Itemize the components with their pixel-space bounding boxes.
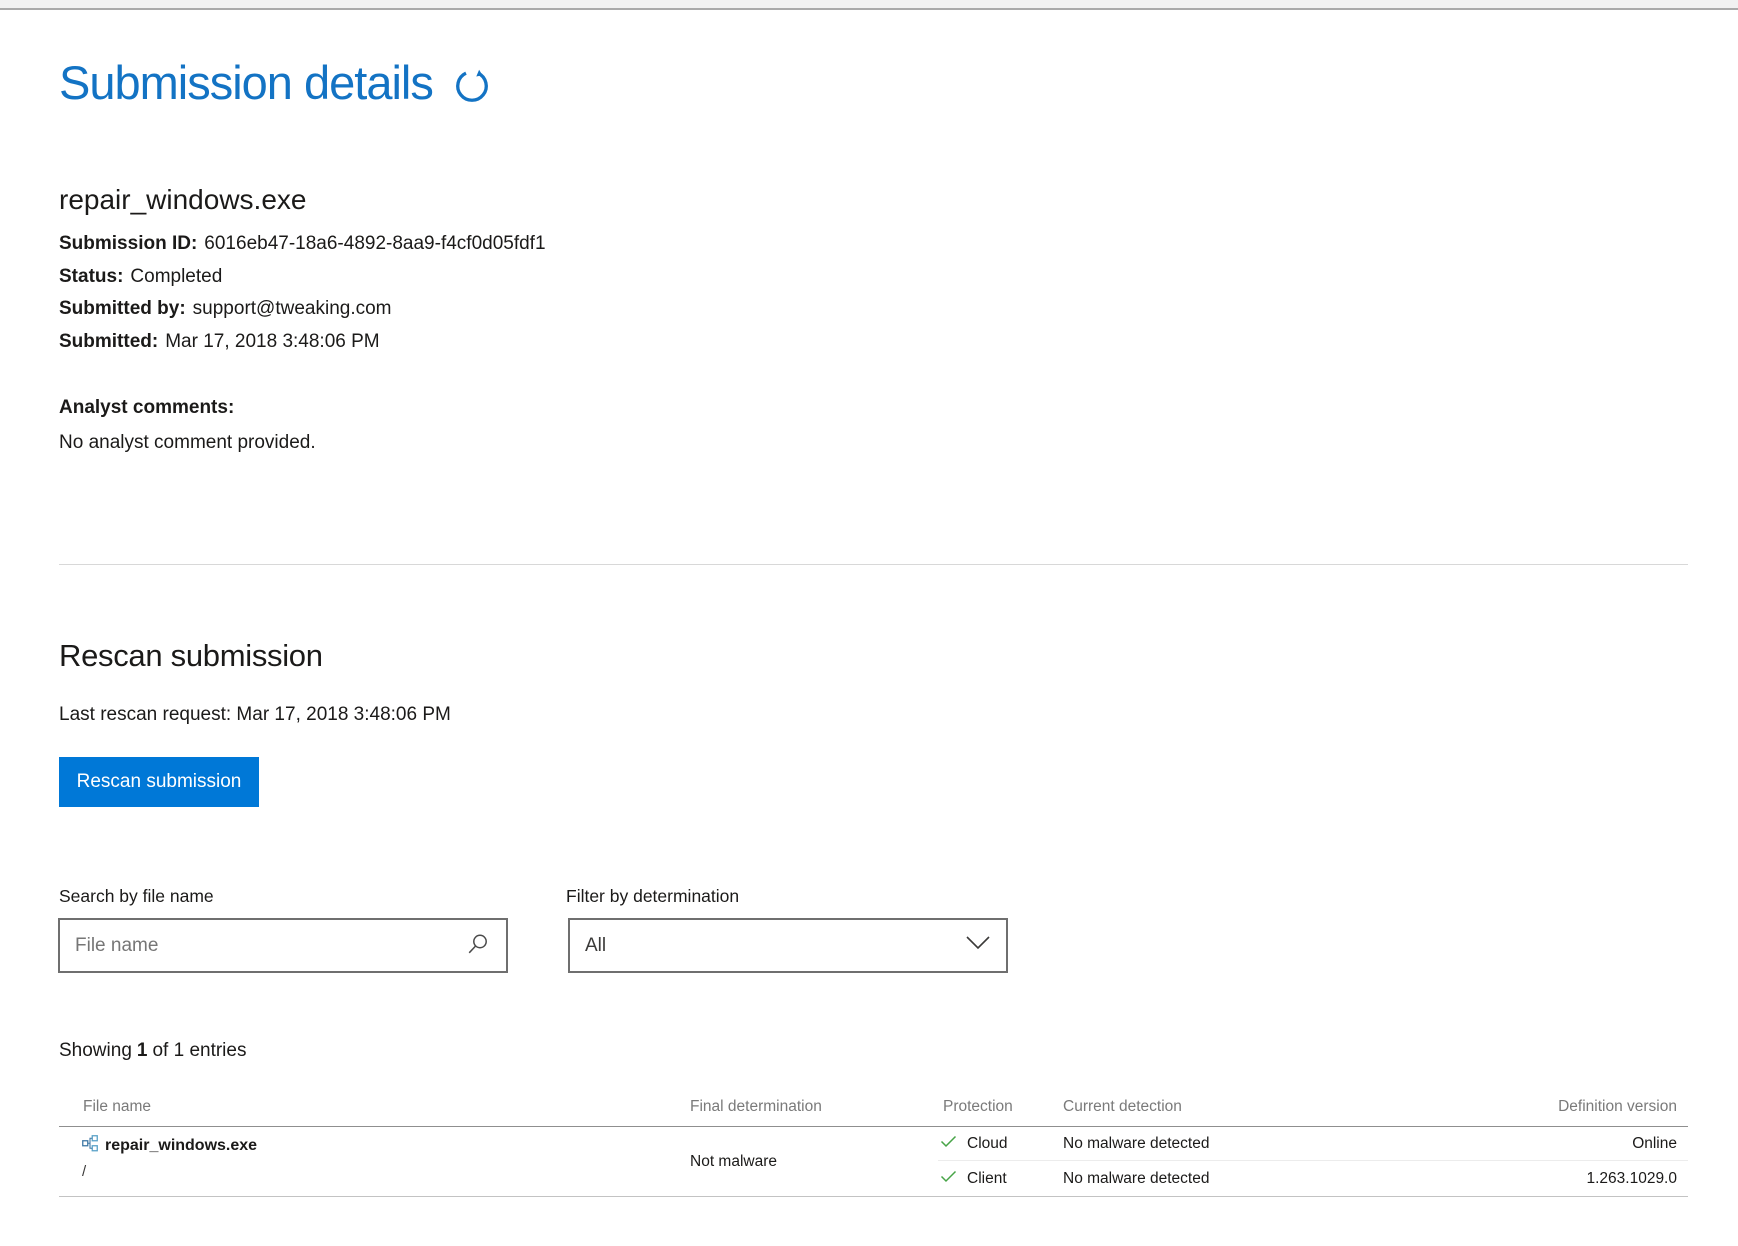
search-label: Search by file name — [59, 886, 214, 907]
meta-value: Mar 17, 2018 3:48:06 PM — [165, 331, 379, 352]
meta-row-submitted: Submitted: Mar 17, 2018 3:48:06 PM — [59, 326, 546, 359]
meta-row-submission-id: Submission ID: 6016eb47-18a6-4892-8aa9-f4… — [59, 228, 546, 261]
submission-meta: Submission ID: 6016eb47-18a6-4892-8aa9-f4… — [59, 228, 546, 358]
results-count-number: 1 — [137, 1040, 148, 1061]
meta-value: 6016eb47-18a6-4892-8aa9-f4cf0d05fdf1 — [204, 233, 545, 254]
table-row: repair_windows.exe / Not malware Cloud N… — [59, 1127, 1688, 1197]
meta-label: Submitted: — [59, 331, 158, 352]
protection-name: Cloud — [967, 1135, 1008, 1153]
section-divider — [59, 564, 1688, 565]
meta-value: support@tweaking.com — [193, 298, 392, 319]
search-icon — [466, 932, 490, 959]
column-header-current-detection: Current detection — [1063, 1098, 1182, 1116]
analyst-comments: Analyst comments: No analyst comment pro… — [59, 397, 316, 454]
column-header-final-determination: Final determination — [690, 1098, 822, 1116]
checkmark-icon — [940, 1135, 957, 1153]
results-count-prefix: Showing — [59, 1040, 132, 1061]
protection-name: Client — [967, 1170, 1007, 1188]
meta-row-submitted-by: Submitted by: support@tweaking.com — [59, 293, 546, 326]
refresh-icon — [453, 93, 491, 108]
protection-subrow-client: Client No malware detected 1.263.1029.0 — [59, 1161, 1688, 1196]
protection-name-cell: Client — [940, 1161, 1007, 1196]
definition-version-cell: Online — [1632, 1127, 1677, 1160]
column-header-protection: Protection — [943, 1098, 1013, 1116]
filter-label: Filter by determination — [566, 886, 739, 907]
meta-label: Submitted by: — [59, 298, 186, 319]
analyst-comments-value: No analyst comment provided. — [59, 432, 316, 453]
search-button[interactable] — [458, 932, 506, 959]
search-box — [58, 918, 508, 973]
meta-label: Status: — [59, 266, 123, 287]
meta-value: Completed — [130, 266, 222, 287]
meta-label: Submission ID: — [59, 233, 197, 254]
meta-row-status: Status: Completed — [59, 261, 546, 294]
column-header-definition-version: Definition version — [1558, 1098, 1677, 1116]
definition-version-cell: 1.263.1029.0 — [1586, 1161, 1677, 1196]
protection-name-cell: Cloud — [940, 1127, 1008, 1160]
refresh-button[interactable] — [453, 67, 491, 108]
column-header-file-name: File name — [83, 1098, 151, 1116]
submission-file-name: repair_windows.exe — [59, 184, 306, 216]
rescan-submission-button[interactable]: Rescan submission — [59, 757, 259, 807]
results-count: Showing1of 1 entries — [59, 1040, 246, 1062]
current-detection-cell: No malware detected — [1063, 1127, 1209, 1160]
search-input[interactable] — [60, 920, 458, 971]
determination-dropdown-value: All — [585, 935, 606, 957]
chevron-down-icon — [965, 935, 991, 956]
protection-subrow-cloud: Cloud No malware detected Online — [59, 1127, 1688, 1160]
current-detection-cell: No malware detected — [1063, 1161, 1209, 1196]
last-rescan-request: Last rescan request: Mar 17, 2018 3:48:0… — [59, 704, 451, 726]
determination-dropdown[interactable]: All — [568, 918, 1008, 973]
browser-chrome-edge — [0, 0, 1738, 10]
results-table: File name Final determination Protection… — [59, 1090, 1688, 1197]
results-count-suffix: of 1 entries — [152, 1040, 246, 1061]
table-header-row: File name Final determination Protection… — [59, 1090, 1688, 1127]
page-header: Submission details — [59, 56, 491, 110]
analyst-comments-label: Analyst comments: — [59, 397, 316, 419]
page-title: Submission details — [59, 56, 433, 110]
rescan-heading: Rescan submission — [59, 638, 323, 674]
checkmark-icon — [940, 1170, 957, 1188]
